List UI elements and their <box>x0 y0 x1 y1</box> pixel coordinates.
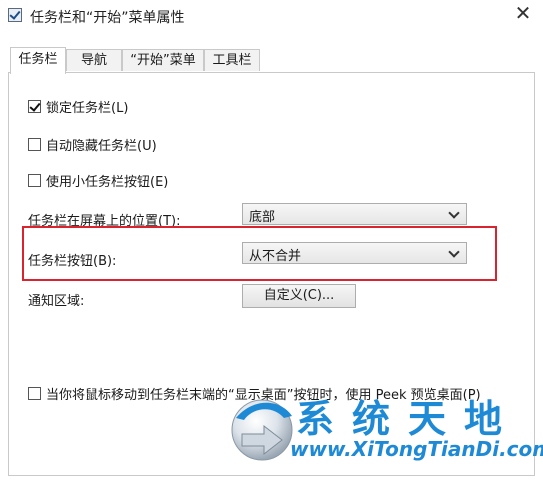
tab-navigation[interactable]: 导航 <box>66 49 122 71</box>
auto-hide-label: 自动隐藏任务栏(U) <box>46 138 157 154</box>
auto-hide-option[interactable]: 自动隐藏任务栏(U) <box>28 135 157 154</box>
close-button[interactable]: ✕ <box>510 2 536 26</box>
watermark: 系统天地 www.XiTongTianDi.com <box>218 382 543 482</box>
window-title: 任务栏和“开始”菜单属性 <box>30 10 185 26</box>
tab-taskbar[interactable]: 任务栏 <box>10 47 66 74</box>
taskbar-buttons-label: 任务栏按钮(B): <box>28 254 117 269</box>
taskbar-properties-icon <box>8 8 22 22</box>
title-bar: 任务栏和“开始”菜单属性 ✕ <box>0 0 543 32</box>
small-buttons-label: 使用小任务栏按钮(E) <box>46 174 169 190</box>
chevron-down-icon <box>448 207 460 219</box>
watermark-title: 系统天地 <box>296 397 521 441</box>
tab-toolbars[interactable]: 工具栏 <box>204 49 260 71</box>
lock-taskbar-checkbox[interactable] <box>28 99 41 113</box>
small-buttons-checkbox[interactable] <box>28 173 41 187</box>
taskbar-location-label: 任务栏在屏幕上的位置(T): <box>28 214 181 229</box>
lock-taskbar-label: 锁定任务栏(L) <box>46 100 129 116</box>
auto-hide-checkbox[interactable] <box>28 137 41 151</box>
lock-taskbar-option[interactable]: 锁定任务栏(L) <box>28 97 129 116</box>
taskbar-buttons-select[interactable]: 从不合并 <box>242 242 467 264</box>
taskbar-location-value: 底部 <box>249 210 276 225</box>
tab-start-menu[interactable]: “开始”菜单 <box>122 49 204 71</box>
watermark-url: www.XiTongTianDi.com <box>290 437 543 461</box>
chevron-down-icon <box>448 246 460 258</box>
taskbar-buttons-value: 从不合并 <box>249 249 302 264</box>
peek-checkbox[interactable] <box>28 386 41 400</box>
taskbar-properties-dialog: 任务栏和“开始”菜单属性 ✕ 任务栏 导航 “开始”菜单 工具栏 锁定任务栏(L… <box>0 0 543 482</box>
small-buttons-option[interactable]: 使用小任务栏按钮(E) <box>28 171 169 190</box>
taskbar-location-select[interactable]: 底部 <box>242 203 467 225</box>
notification-area-label: 通知区域: <box>28 294 85 309</box>
customize-button[interactable]: 自定义(C)... <box>242 284 356 308</box>
